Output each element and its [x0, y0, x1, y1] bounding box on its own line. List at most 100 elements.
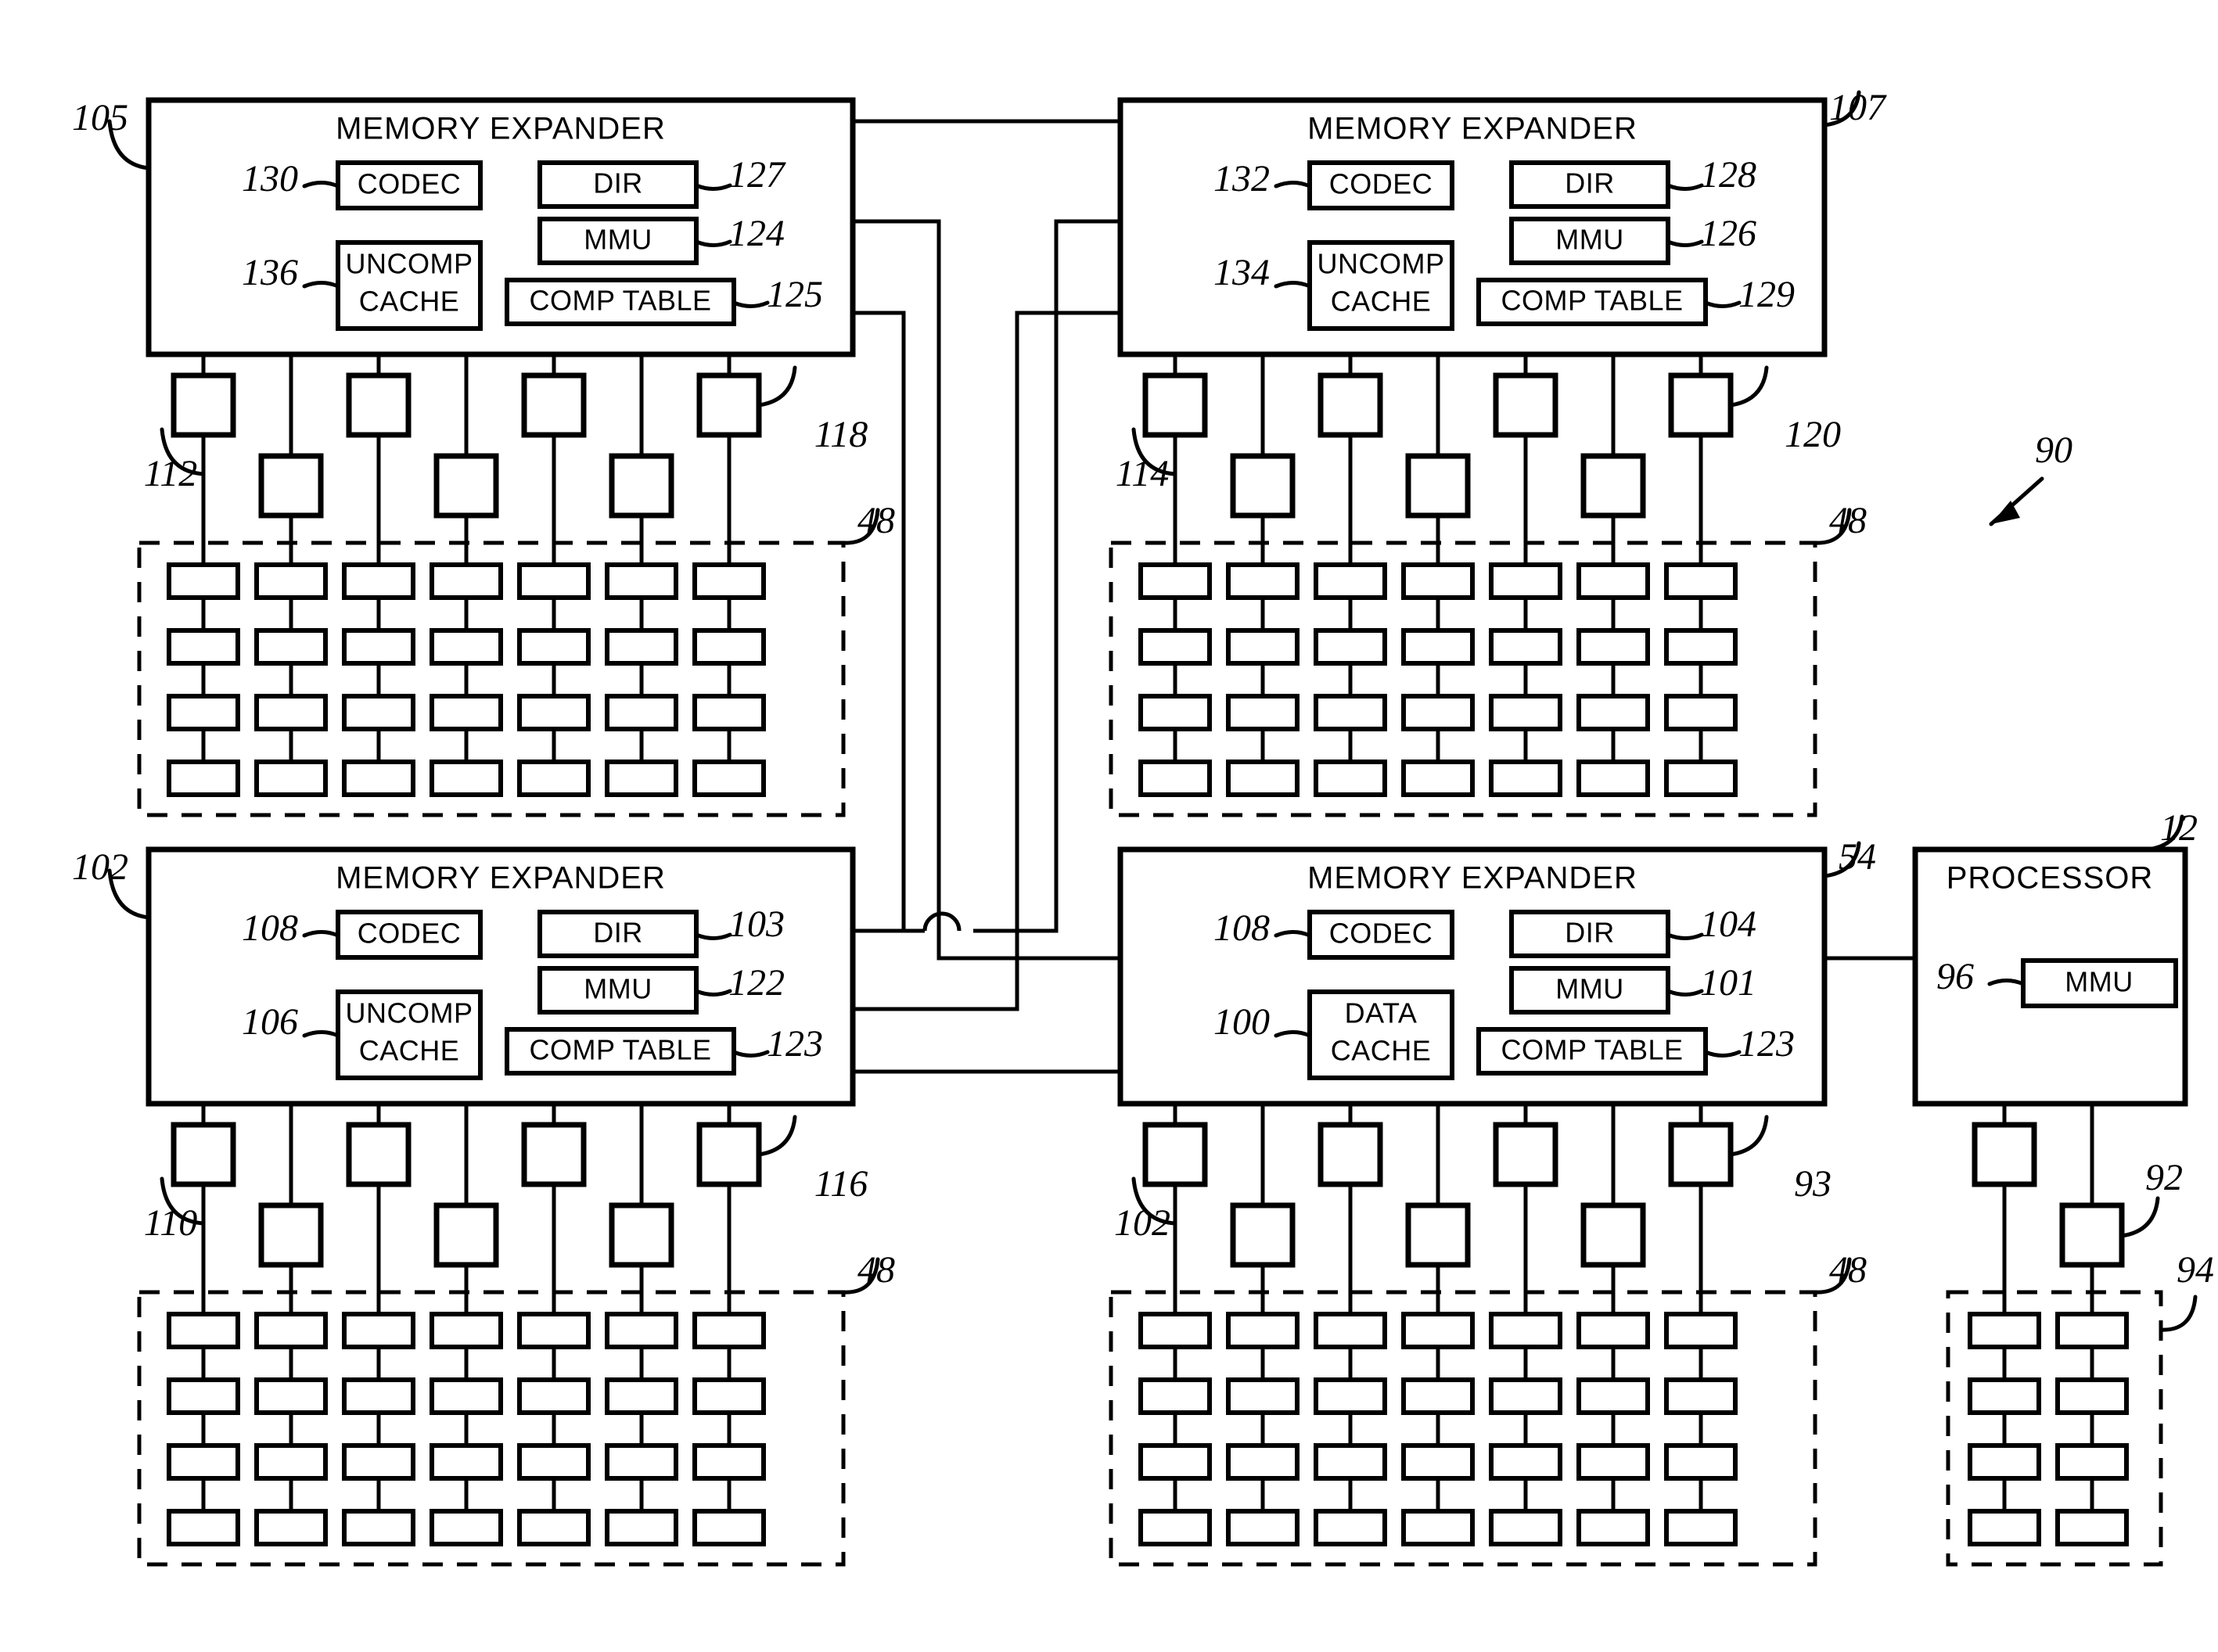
memory-module[interactable]: [1576, 1312, 1650, 1349]
memory-module[interactable]: [1138, 1312, 1212, 1349]
memory-module[interactable]: [1138, 1443, 1212, 1481]
memory-module[interactable]: [1226, 694, 1300, 731]
memory-module[interactable]: [1401, 628, 1475, 666]
memory-socket[interactable]: [1580, 1202, 1646, 1268]
memory-module[interactable]: [1664, 1509, 1738, 1546]
memory-module[interactable]: [167, 1443, 240, 1481]
memory-module[interactable]: [1314, 1377, 1387, 1415]
memory-module[interactable]: [1664, 760, 1738, 797]
memory-module[interactable]: [692, 1312, 766, 1349]
memory-module[interactable]: [1226, 628, 1300, 666]
memory-module[interactable]: [1968, 1443, 2041, 1481]
memory-module[interactable]: [1314, 562, 1387, 600]
memory-socket[interactable]: [433, 453, 499, 519]
memory-module[interactable]: [342, 1509, 415, 1546]
memory-module[interactable]: [1226, 1312, 1300, 1349]
memory-socket[interactable]: [1493, 372, 1558, 438]
processor-block[interactable]: PROCESSOR MMU 96 12: [1912, 807, 2198, 1107]
memory-module[interactable]: [1664, 1377, 1738, 1415]
memory-module[interactable]: [1576, 1377, 1650, 1415]
memory-module[interactable]: [517, 694, 591, 731]
memory-socket[interactable]: [171, 1122, 236, 1187]
memory-module[interactable]: [1314, 1509, 1387, 1546]
memory-module[interactable]: [1489, 1443, 1562, 1481]
memory-socket[interactable]: [521, 372, 587, 438]
memory-module[interactable]: [1138, 760, 1212, 797]
memory-module[interactable]: [430, 760, 503, 797]
memory-socket[interactable]: [1493, 1122, 1558, 1187]
memory-module[interactable]: [167, 760, 240, 797]
memory-module[interactable]: [1664, 628, 1738, 666]
memory-socket[interactable]: [609, 453, 674, 519]
memory-socket[interactable]: [346, 372, 412, 438]
memory-module[interactable]: [1489, 760, 1562, 797]
memory-module[interactable]: [1489, 562, 1562, 600]
memory-expander-bottom-right[interactable]: MEMORY EXPANDER CODEC 108 DATA CACHE 100…: [1117, 836, 1876, 1107]
memory-module[interactable]: [1664, 1443, 1738, 1481]
memory-socket[interactable]: [1972, 1122, 2037, 1187]
memory-module[interactable]: [167, 628, 240, 666]
memory-module[interactable]: [254, 562, 328, 600]
memory-expander-bottom-left[interactable]: MEMORY EXPANDER CODEC 108 UNCOMP CACHE 1…: [72, 846, 856, 1107]
memory-socket[interactable]: [258, 453, 324, 519]
memory-module[interactable]: [254, 694, 328, 731]
memory-module[interactable]: [1138, 562, 1212, 600]
memory-module[interactable]: [605, 1377, 678, 1415]
memory-socket[interactable]: [433, 1202, 499, 1268]
memory-socket[interactable]: [1668, 372, 1734, 438]
memory-socket[interactable]: [1230, 1202, 1296, 1268]
memory-module[interactable]: [1576, 1509, 1650, 1546]
memory-module[interactable]: [692, 1509, 766, 1546]
memory-module[interactable]: [1401, 1377, 1475, 1415]
memory-module[interactable]: [430, 694, 503, 731]
memory-module[interactable]: [1138, 1509, 1212, 1546]
memory-module[interactable]: [430, 1312, 503, 1349]
memory-socket[interactable]: [1405, 453, 1471, 519]
memory-module[interactable]: [1576, 628, 1650, 666]
memory-module[interactable]: [342, 694, 415, 731]
memory-module[interactable]: [517, 1509, 591, 1546]
memory-socket[interactable]: [1317, 1122, 1383, 1187]
memory-module[interactable]: [342, 628, 415, 666]
memory-module[interactable]: [517, 1312, 591, 1349]
memory-module[interactable]: [692, 1443, 766, 1481]
memory-module[interactable]: [430, 628, 503, 666]
memory-module[interactable]: [1314, 694, 1387, 731]
memory-expander-top-left[interactable]: MEMORY EXPANDER CODEC 130 UNCOMP CACHE 1…: [72, 97, 856, 357]
memory-module[interactable]: [1664, 1312, 1738, 1349]
memory-module[interactable]: [517, 628, 591, 666]
memory-module[interactable]: [1401, 1509, 1475, 1546]
memory-socket[interactable]: [1317, 372, 1383, 438]
memory-module[interactable]: [430, 1443, 503, 1481]
memory-module[interactable]: [1314, 1443, 1387, 1481]
memory-socket[interactable]: [1405, 1202, 1471, 1268]
memory-module[interactable]: [2055, 1443, 2129, 1481]
memory-socket[interactable]: [2059, 1202, 2125, 1268]
memory-module[interactable]: [1489, 1312, 1562, 1349]
memory-module[interactable]: [2055, 1509, 2129, 1546]
memory-module[interactable]: [1968, 1312, 2041, 1349]
memory-socket[interactable]: [696, 372, 762, 438]
memory-module[interactable]: [342, 1443, 415, 1481]
memory-module[interactable]: [167, 1377, 240, 1415]
memory-module[interactable]: [342, 760, 415, 797]
memory-module[interactable]: [517, 760, 591, 797]
memory-expander-top-right[interactable]: MEMORY EXPANDER CODEC 132 UNCOMP CACHE 1…: [1117, 87, 1887, 357]
memory-module[interactable]: [692, 1377, 766, 1415]
memory-module[interactable]: [1138, 1377, 1212, 1415]
memory-module[interactable]: [2055, 1377, 2129, 1415]
memory-module[interactable]: [605, 628, 678, 666]
memory-module[interactable]: [430, 1377, 503, 1415]
memory-module[interactable]: [1401, 1443, 1475, 1481]
memory-socket[interactable]: [1142, 1122, 1208, 1187]
memory-module[interactable]: [1314, 1312, 1387, 1349]
memory-module[interactable]: [605, 1443, 678, 1481]
memory-module[interactable]: [1401, 562, 1475, 600]
memory-module[interactable]: [692, 628, 766, 666]
memory-module[interactable]: [1576, 694, 1650, 731]
memory-module[interactable]: [1401, 760, 1475, 797]
memory-module[interactable]: [254, 628, 328, 666]
memory-socket[interactable]: [1230, 453, 1296, 519]
memory-module[interactable]: [605, 760, 678, 797]
memory-module[interactable]: [605, 562, 678, 600]
